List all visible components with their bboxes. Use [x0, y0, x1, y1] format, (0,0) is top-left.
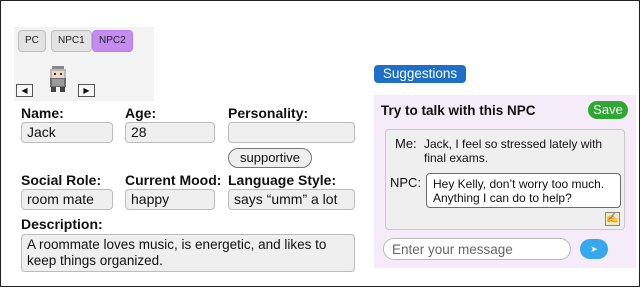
tab-npc1[interactable]: NPC1	[51, 30, 92, 52]
npc-message[interactable]: Hey Kelly, don’t worry too much. Anythin…	[426, 173, 621, 208]
next-avatar-button[interactable]: ▶	[78, 84, 95, 97]
language-style-field[interactable]: says “umm” a lot	[228, 189, 355, 210]
personality-tag-supportive[interactable]: supportive	[228, 148, 312, 168]
age-label: Age:	[125, 105, 157, 121]
tab-pc[interactable]: PC	[18, 30, 46, 52]
description-field[interactable]: A roommate loves music, is energetic, an…	[21, 234, 355, 272]
name-field[interactable]: Jack	[21, 122, 113, 143]
current-mood-field[interactable]: happy	[125, 189, 215, 210]
chat-log: Me: Jack, I feel so stressed lately with…	[385, 129, 625, 230]
me-message: Jack, I feel so stressed lately with fin…	[424, 137, 603, 165]
tab-npc2[interactable]: NPC2	[92, 30, 133, 52]
name-label: Name:	[21, 105, 64, 121]
personality-field[interactable]	[228, 122, 355, 143]
social-role-field[interactable]: room mate	[21, 189, 113, 210]
npc-label: NPC:	[390, 175, 422, 190]
message-input[interactable]	[383, 238, 571, 260]
edit-icon[interactable]: ✍	[605, 212, 620, 226]
prev-avatar-button[interactable]: ◀	[16, 84, 33, 97]
social-role-label: Social Role:	[21, 172, 102, 188]
age-field[interactable]: 28	[125, 122, 215, 143]
npc-avatar	[50, 66, 66, 92]
suggestions-button[interactable]: Suggestions	[374, 65, 466, 83]
description-label: Description:	[21, 216, 103, 232]
current-mood-label: Current Mood:	[125, 172, 222, 188]
send-icon[interactable]: ➤	[580, 239, 608, 259]
language-style-label: Language Style:	[228, 172, 337, 188]
me-label: Me:	[395, 136, 417, 151]
personality-label: Personality:	[228, 105, 309, 121]
save-button[interactable]: Save	[588, 101, 628, 119]
suggestions-panel: Try to talk with this NPC Save Me: Jack,…	[374, 95, 636, 268]
suggestions-title: Try to talk with this NPC	[381, 103, 536, 118]
